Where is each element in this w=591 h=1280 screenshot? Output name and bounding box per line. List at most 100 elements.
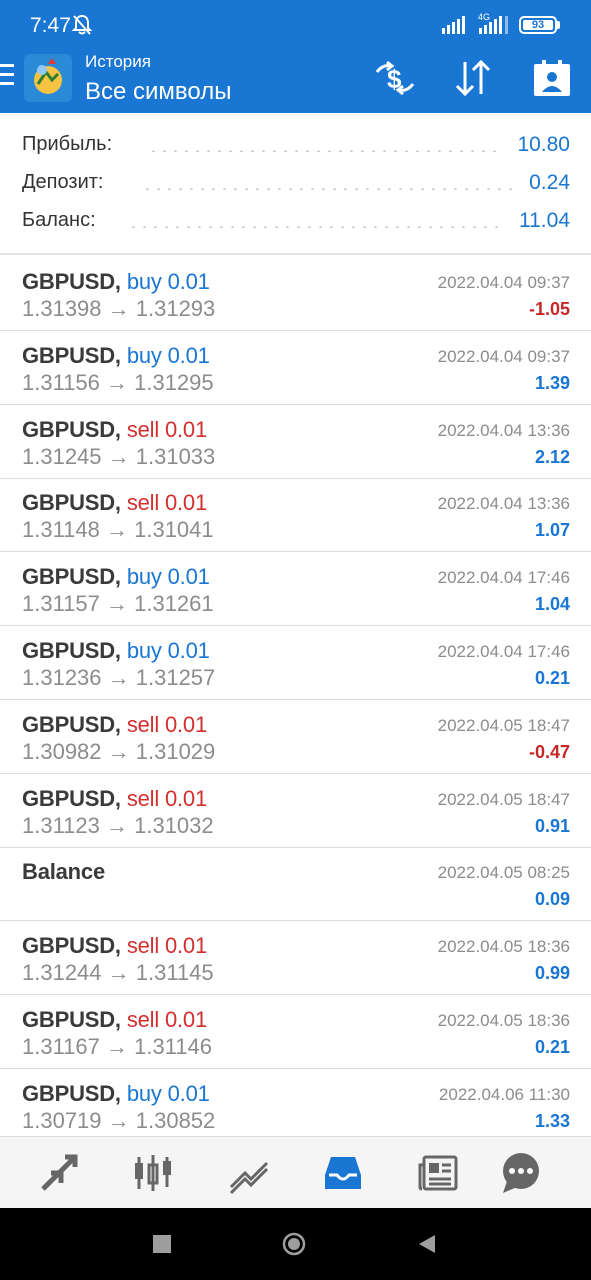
deal-symbol: Balance xyxy=(22,859,105,885)
menu-icon[interactable] xyxy=(0,64,14,90)
battery-tip xyxy=(557,21,560,29)
history-row[interactable]: GBPUSD, sell 0.01 1.31123 → 1.31032 2022.04… xyxy=(0,774,591,848)
deal-time: 2022.04.04 13:36 xyxy=(437,494,570,513)
chart-candles-icon[interactable] xyxy=(131,1151,175,1195)
trade-icon[interactable] xyxy=(227,1151,271,1195)
deal-time: 2022.04.05 08:25 xyxy=(437,863,570,882)
history-row[interactable]: GBPUSD, sell 0.01 1.30982 → 1.31029 2022.04… xyxy=(0,700,591,774)
quotes-icon[interactable] xyxy=(37,1151,81,1195)
summary-label: Баланс: xyxy=(22,209,96,231)
deal-time: 2022.04.04 17:46 xyxy=(437,642,570,661)
deal-prices: 1.30719 → 1.30852 xyxy=(22,1108,216,1133)
history-row[interactable]: GBPUSD, sell 0.01 1.31244 → 1.31145 2022.04… xyxy=(0,921,591,995)
deal-time: 2022.04.05 18:36 xyxy=(437,1011,570,1030)
summary-panel: Прибыль: 10.80 Депозит: 0.24 Баланс: 11.… xyxy=(0,113,591,255)
home-icon[interactable] xyxy=(282,1232,306,1256)
deal-symbol: GBPUSD, sell 0.01 xyxy=(22,417,207,443)
deal-direction: buy 0.01 xyxy=(126,1081,210,1106)
deal-prices: 1.31236 → 1.31257 xyxy=(22,665,216,690)
deal-time: 2022.04.05 18:47 xyxy=(437,790,570,809)
deal-profit: 0.09 xyxy=(534,889,570,909)
deal-symbol: GBPUSD, buy 0.01 xyxy=(22,269,210,295)
deal-profit: 1.07 xyxy=(534,520,570,540)
deal-prices: 1.30982 → 1.31029 xyxy=(22,739,216,764)
currency-exchange-icon[interactable]: $ xyxy=(373,56,417,100)
status-time: 7:47 xyxy=(30,14,71,37)
deal-prices: 1.31398 → 1.31293 xyxy=(22,296,216,321)
signal-icon xyxy=(442,16,465,34)
deal-prices: 1.31244 → 1.31145 xyxy=(22,960,214,985)
summary-value: 11.04 xyxy=(519,209,570,232)
deal-direction: buy 0.01 xyxy=(126,638,210,663)
history-row[interactable]: GBPUSD, buy 0.01 1.30719 → 1.30852 2022.04.… xyxy=(0,1069,591,1143)
deal-profit: 1.39 xyxy=(534,373,570,393)
deal-prices: 1.31157 → 1.31261 xyxy=(22,591,214,616)
history-icon[interactable] xyxy=(321,1151,365,1195)
deal-direction: buy 0.01 xyxy=(126,343,210,368)
deal-direction: sell 0.01 xyxy=(126,490,207,515)
app-logo xyxy=(24,54,72,102)
symbol-name: GBPUSD, xyxy=(22,712,121,737)
history-row[interactable]: GBPUSD, buy 0.01 1.31157 → 1.31261 2022.04.… xyxy=(0,552,591,626)
summary-label: Прибыль: xyxy=(22,133,113,155)
news-icon[interactable] xyxy=(416,1151,460,1195)
symbol-name: GBPUSD, xyxy=(22,1007,121,1032)
deal-direction: sell 0.01 xyxy=(126,712,207,737)
symbol-name: GBPUSD, xyxy=(22,638,121,663)
deal-symbol: GBPUSD, sell 0.01 xyxy=(22,1007,207,1033)
symbol-name: GBPUSD, xyxy=(22,786,121,811)
deal-prices: 1.31123 → 1.31032 xyxy=(22,813,214,838)
deal-symbol: GBPUSD, sell 0.01 xyxy=(22,786,207,812)
deal-time: 2022.04.05 18:47 xyxy=(437,716,570,735)
deal-profit: 0.91 xyxy=(534,816,570,836)
dotted-leader xyxy=(128,226,498,228)
symbol-name: GBPUSD, xyxy=(22,1081,121,1106)
sort-icon[interactable] xyxy=(451,56,495,100)
page-title[interactable]: Все символы xyxy=(85,78,231,106)
history-row[interactable]: GBPUSD, sell 0.01 1.31167 → 1.31146 2022.04… xyxy=(0,995,591,1069)
history-row[interactable]: GBPUSD, sell 0.01 1.31148 → 1.31041 2022.04… xyxy=(0,478,591,552)
deal-profit: 1.33 xyxy=(534,1111,570,1131)
summary-balance: Баланс: 11.04 xyxy=(22,209,570,239)
deal-symbol: GBPUSD, buy 0.01 xyxy=(22,1081,210,1107)
summary-value: 0.24 xyxy=(529,171,570,194)
history-row[interactable]: Balance 2022.04.05 08:25 0.09 xyxy=(0,847,591,921)
deal-direction: buy 0.01 xyxy=(126,269,210,294)
deal-symbol: GBPUSD, sell 0.01 xyxy=(22,712,207,738)
deal-time: 2022.04.06 11:30 xyxy=(438,1085,570,1104)
deal-profit: 0.21 xyxy=(534,1037,570,1057)
summary-profit: Прибыль: 10.80 xyxy=(22,133,570,163)
deal-profit: 1.04 xyxy=(534,594,570,614)
battery-icon: 93 xyxy=(519,16,557,34)
deal-time: 2022.04.05 18:36 xyxy=(437,937,570,956)
deal-prices: 1.31245 → 1.31033 xyxy=(22,444,216,469)
app-bar: 7:47 4G 93 История Все символы $ xyxy=(0,0,591,113)
chat-icon[interactable] xyxy=(499,1151,543,1195)
bottom-navigation xyxy=(0,1136,591,1208)
status-bar: 7:47 4G 93 xyxy=(0,0,591,50)
deal-prices: 1.31148 → 1.31041 xyxy=(22,517,214,542)
deal-symbol: GBPUSD, sell 0.01 xyxy=(22,490,207,516)
deal-time: 2022.04.04 17:46 xyxy=(437,568,570,587)
back-icon[interactable] xyxy=(415,1232,439,1256)
report-icon[interactable] xyxy=(530,56,574,100)
summary-deposit: Депозит: 0.24 xyxy=(22,171,570,201)
symbol-name: GBPUSD, xyxy=(22,417,121,442)
symbol-name: GBPUSD, xyxy=(22,564,121,589)
summary-value: 10.80 xyxy=(517,133,570,156)
recents-icon[interactable] xyxy=(150,1232,174,1256)
history-row[interactable]: GBPUSD, buy 0.01 1.31398 → 1.31293 2022.04.… xyxy=(0,257,591,331)
history-row[interactable]: GBPUSD, sell 0.01 1.31245 → 1.31033 2022.04… xyxy=(0,405,591,479)
deal-direction: sell 0.01 xyxy=(126,1007,207,1032)
symbol-name: GBPUSD, xyxy=(22,490,121,515)
history-row[interactable]: GBPUSD, buy 0.01 1.31236 → 1.31257 2022.04.… xyxy=(0,626,591,700)
deal-profit: -0.47 xyxy=(528,742,570,762)
dotted-leader xyxy=(148,150,498,152)
summary-label: Депозит: xyxy=(22,171,104,193)
symbol-name: GBPUSD, xyxy=(22,343,121,368)
deal-direction: buy 0.01 xyxy=(126,564,210,589)
deal-time: 2022.04.04 09:37 xyxy=(437,273,570,292)
deal-symbol: GBPUSD, buy 0.01 xyxy=(22,638,210,664)
deal-prices: 1.31156 → 1.31295 xyxy=(22,370,214,395)
history-row[interactable]: GBPUSD, buy 0.01 1.31156 → 1.31295 2022.04.… xyxy=(0,331,591,405)
